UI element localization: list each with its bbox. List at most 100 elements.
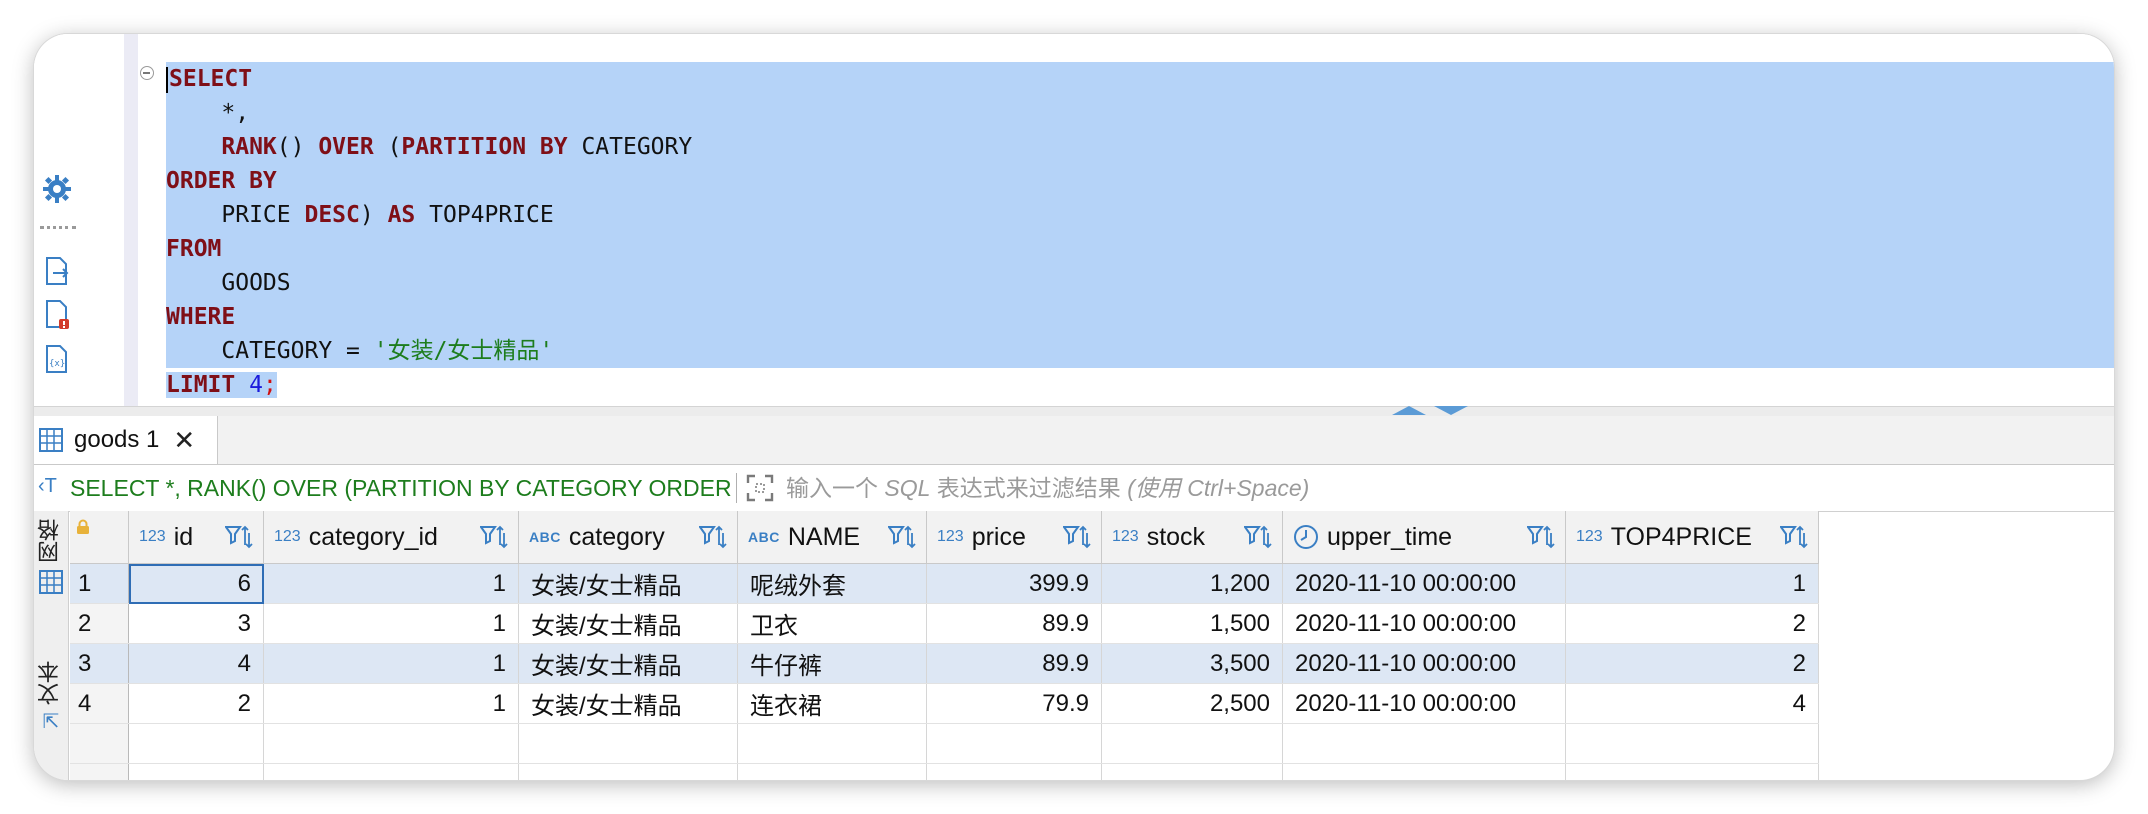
filter-bar: ‹T SELECT *, RANK() OVER (PARTITION BY C… [34, 465, 2114, 512]
view-mode-tabs: 网格 文本 ⇱ [34, 511, 69, 780]
column-header-category[interactable]: ABC category [518, 511, 738, 564]
table-cell-id[interactable]: 2 [128, 683, 264, 724]
code-line[interactable]: PRICE DESC) AS TOP4PRICE [166, 198, 2114, 232]
expand-icon[interactable] [746, 474, 774, 502]
table-cell-stock[interactable]: 1,500 [1101, 603, 1283, 644]
table-row[interactable]: 4 2 1 女装/女士精品 连衣裙 79.9 2,500 2020-11-10 00:00:0… [70, 683, 1819, 724]
column-header-id[interactable]: 123 id [128, 511, 264, 564]
table-cell-upper-time[interactable]: 2020-11-10 00:00:00 [1282, 683, 1566, 724]
table-cell-stock[interactable]: 1,200 [1101, 563, 1283, 604]
file-error-icon[interactable] [42, 300, 72, 330]
code-line[interactable]: *, [166, 96, 2114, 130]
column-header-content: 123 price [927, 511, 1101, 563]
number-type-icon: 123 [1112, 528, 1139, 545]
filter-sort-icon[interactable] [480, 525, 510, 549]
text-query-icon: ‹T [38, 475, 57, 497]
table-cell-category[interactable]: 女装/女士精品 [518, 683, 738, 724]
column-header-upper-time[interactable]: upper_time [1282, 511, 1566, 564]
table-cell-top4price[interactable]: 2 [1565, 603, 1819, 644]
row-number-header[interactable] [70, 511, 129, 564]
table-cell-price[interactable]: 79.9 [926, 683, 1102, 724]
column-name: upper_time [1327, 522, 1453, 551]
tab-goods-1[interactable]: goods 1 ✕ [34, 416, 218, 464]
code-line[interactable]: GOODS [166, 266, 2114, 300]
maximize-down-icon[interactable] [1434, 406, 1468, 415]
tab-grid-view[interactable]: 网格 [34, 519, 68, 595]
sql-editor[interactable]: {x} SELECT *, RANK() OVER (PARTITION BY … [34, 34, 2114, 406]
table-cell-price[interactable]: 89.9 [926, 643, 1102, 684]
filter-input[interactable]: 输入一个 SQL 表达式来过滤结果 (使用 Ctrl+Space) [786, 465, 1309, 511]
row-number[interactable]: 4 [70, 683, 129, 724]
table-cell-name[interactable]: 牛仔裤 [737, 643, 927, 684]
code-line[interactable]: WHERE [166, 300, 2114, 334]
collapse-icon[interactable] [140, 66, 154, 80]
code-token: () [276, 134, 319, 160]
table-row[interactable]: 3 4 1 女装/女士精品 牛仔裤 89.9 3,500 2020-11-10 00:00:0… [70, 643, 1819, 684]
code-token: WHERE [166, 304, 236, 330]
table-row[interactable]: 1 6 1 女装/女士精品 呢绒外套 399.9 1,200 2020-11-10 00:00… [70, 563, 1819, 604]
tab-text-view[interactable]: 文本 ⇱ [34, 661, 68, 733]
table-row[interactable]: 2 3 1 女装/女士精品 卫衣 89.9 1,500 2020-11-10 00:00:00… [70, 603, 1819, 644]
row-number[interactable]: 3 [70, 643, 129, 684]
table-cell-id[interactable]: 4 [128, 643, 264, 684]
table-cell-stock[interactable]: 2,500 [1101, 683, 1283, 724]
code-line[interactable]: RANK() OVER (PARTITION BY CATEGORY [166, 130, 2114, 164]
table-cell-category[interactable]: 女装/女士精品 [518, 563, 738, 604]
filter-sort-icon[interactable] [225, 525, 255, 549]
filter-placeholder-c: 表达式来过滤结果 [930, 475, 1128, 501]
code-line[interactable]: ORDER BY [166, 164, 2114, 198]
code-line[interactable]: LIMIT 4; [166, 368, 2114, 402]
variables-icon[interactable]: {x} [42, 344, 72, 374]
table-cell-top4price[interactable]: 1 [1565, 563, 1819, 604]
filter-sort-icon[interactable] [1527, 525, 1557, 549]
column-header-category-id[interactable]: 123 category_id [263, 511, 519, 564]
filter-sort-icon[interactable] [1780, 525, 1810, 549]
code-line[interactable]: SELECT [166, 62, 2114, 96]
filter-sort-icon[interactable] [1063, 525, 1093, 549]
row-number[interactable]: 1 [70, 563, 129, 604]
table-cell-upper-time[interactable]: 2020-11-10 00:00:00 [1282, 603, 1566, 644]
table-cell-top4price[interactable]: 2 [1565, 643, 1819, 684]
close-icon[interactable]: ✕ [173, 427, 195, 453]
column-header-top4price[interactable]: 123 TOP4PRICE [1565, 511, 1819, 564]
empty-cell [263, 763, 519, 780]
table-cell-id[interactable]: 3 [128, 603, 264, 644]
empty-cell [1565, 723, 1819, 764]
table-cell-name[interactable]: 连衣裙 [737, 683, 927, 724]
results-grid[interactable]: 123 id 123 category_id ABC category ABC NAME 123… [70, 511, 2114, 780]
export-icon[interactable] [42, 256, 72, 286]
table-cell-category-id[interactable]: 1 [263, 563, 519, 604]
table-cell-name[interactable]: 呢绒外套 [737, 563, 927, 604]
query-text[interactable]: SELECT *, RANK() OVER (PARTITION BY CATE… [70, 465, 734, 511]
sql-code[interactable]: SELECT *, RANK() OVER (PARTITION BY CATE… [166, 62, 2114, 402]
column-header-price[interactable]: 123 price [926, 511, 1102, 564]
table-cell-category[interactable]: 女装/女士精品 [518, 643, 738, 684]
table-cell-category-id[interactable]: 1 [263, 603, 519, 644]
table-cell-category-id[interactable]: 1 [263, 683, 519, 724]
split-handle[interactable] [1392, 406, 1474, 416]
code-line[interactable]: CATEGORY = '女装/女士精品' [166, 334, 2114, 368]
table-cell-category[interactable]: 女装/女士精品 [518, 603, 738, 644]
column-name: id [173, 522, 194, 551]
filter-sort-icon[interactable] [699, 525, 729, 549]
column-header-stock[interactable]: 123 stock [1101, 511, 1283, 564]
column-header-content: ABC NAME [738, 511, 926, 563]
table-cell-price[interactable]: 89.9 [926, 603, 1102, 644]
editor-gutter [124, 34, 138, 406]
maximize-up-icon[interactable] [1392, 406, 1426, 415]
table-cell-top4price[interactable]: 4 [1565, 683, 1819, 724]
table-cell-price[interactable]: 399.9 [926, 563, 1102, 604]
table-cell-upper-time[interactable]: 2020-11-10 00:00:00 [1282, 643, 1566, 684]
filter-sort-icon[interactable] [1244, 525, 1274, 549]
column-name: NAME [787, 522, 861, 551]
filter-sort-icon[interactable] [888, 525, 918, 549]
table-cell-name[interactable]: 卫衣 [737, 603, 927, 644]
table-cell-id[interactable]: 6 [128, 563, 264, 604]
table-cell-stock[interactable]: 3,500 [1101, 643, 1283, 684]
gear-icon[interactable] [42, 174, 72, 204]
table-cell-category-id[interactable]: 1 [263, 643, 519, 684]
column-header-name[interactable]: ABC NAME [737, 511, 927, 564]
table-cell-upper-time[interactable]: 2020-11-10 00:00:00 [1282, 563, 1566, 604]
code-line[interactable]: FROM [166, 232, 2114, 266]
row-number[interactable]: 2 [70, 603, 129, 644]
